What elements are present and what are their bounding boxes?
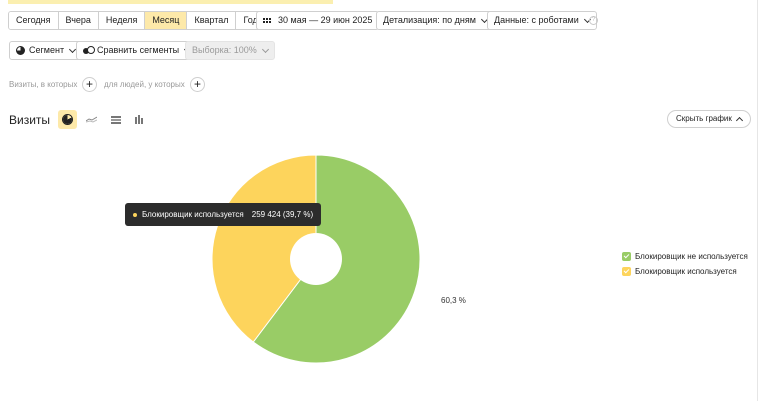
legend-checkbox[interactable] [622,267,631,276]
page: Сегодня Вчера Неделя Месяц Квартал Год 3… [0,0,768,401]
donut-hole [290,233,342,285]
chart-legend: Блокировщик не используется Блокировщик … [622,249,748,279]
legend-item-not-used[interactable]: Блокировщик не используется [622,249,748,264]
slice-label-not-used: 60,3 % [441,296,466,305]
tooltip-label: Блокировщик используется [142,210,244,219]
chart-tooltip: Блокировщик используется 259 424 (39,7 %… [125,203,322,226]
legend-label: Блокировщик не используется [635,252,748,261]
tooltip-marker [133,212,137,217]
pie-chart [211,154,421,364]
legend-checkbox[interactable] [622,252,631,261]
legend-item-used[interactable]: Блокировщик используется [622,264,748,279]
legend-label: Блокировщик используется [635,267,737,276]
tooltip-value: 259 424 (39,7 %) [251,210,314,219]
